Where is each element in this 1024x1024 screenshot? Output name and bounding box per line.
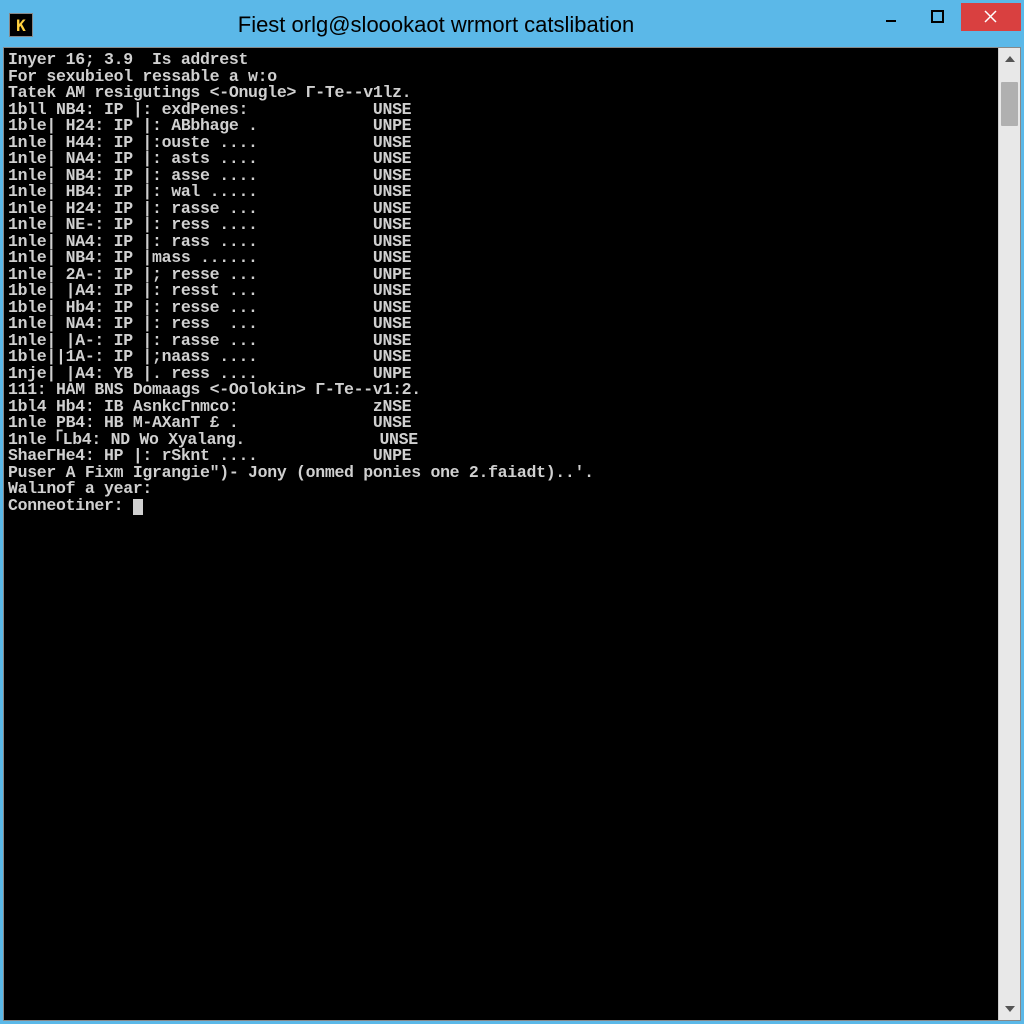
scroll-down-button[interactable] (999, 998, 1020, 1020)
content-area: Inyer 16; 3.9 Is addrestFor sexubieol re… (3, 47, 1021, 1021)
terminal-output[interactable]: Inyer 16; 3.9 Is addrestFor sexubieol re… (4, 48, 998, 1020)
close-icon (984, 10, 998, 24)
scroll-track[interactable] (999, 70, 1020, 998)
chevron-down-icon (1005, 1006, 1015, 1012)
cursor (133, 499, 143, 515)
titlebar: K Fiest orlg@sloookaot wrmort catslibati… (3, 3, 1021, 47)
minimize-button[interactable] (869, 3, 915, 31)
terminal-prompt: Walınof a year: (8, 481, 994, 498)
maximize-icon (931, 10, 945, 24)
close-button[interactable] (961, 3, 1021, 31)
app-icon: K (9, 13, 33, 37)
maximize-button[interactable] (915, 3, 961, 31)
window-controls (869, 3, 1021, 47)
window-title: Fiest orlg@sloookaot wrmort catslibation (43, 12, 869, 38)
minimize-icon (885, 10, 899, 24)
scrollbar[interactable] (998, 48, 1020, 1020)
chevron-up-icon (1005, 56, 1015, 62)
scroll-thumb[interactable] (1001, 82, 1018, 126)
terminal-prompt: Conneotiner: (8, 498, 994, 515)
terminal-line: Puser A Fixm Igrangie")- Jony (onmed pon… (8, 465, 994, 482)
window: K Fiest orlg@sloookaot wrmort catslibati… (3, 3, 1021, 1021)
scroll-up-button[interactable] (999, 48, 1020, 70)
